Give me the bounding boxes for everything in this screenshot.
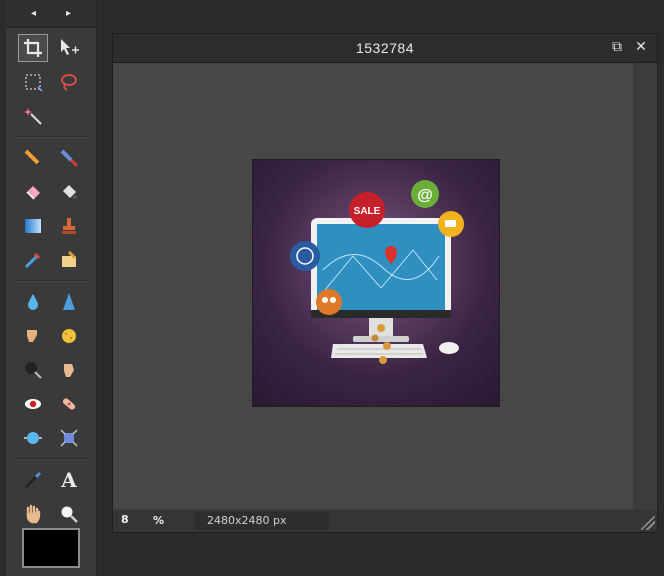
eraser-tool[interactable]: [18, 178, 48, 206]
toolbox-panel: ◂ ▸ A: [6, 0, 97, 576]
canvas-area[interactable]: SALE @: [113, 63, 633, 509]
dodge-tool[interactable]: [54, 356, 84, 384]
spot-heal-tool[interactable]: [54, 390, 84, 418]
eraser-icon: [26, 186, 40, 200]
hand-tool[interactable]: [18, 500, 48, 528]
smudge-drawing-tool[interactable]: [54, 246, 84, 274]
bloat-tool[interactable]: [18, 424, 48, 452]
gradient-tool[interactable]: [18, 212, 48, 240]
zoom-tool[interactable]: [54, 500, 84, 528]
color-picker-tool[interactable]: [18, 466, 48, 494]
dodge-icon: [64, 364, 74, 377]
toolbox-prev-arrow[interactable]: ◂: [31, 8, 36, 19]
text-tool[interactable]: A: [54, 466, 84, 494]
crop-icon: [24, 39, 42, 57]
red-eye-icon: [25, 399, 41, 409]
fill-bucket-tool[interactable]: [54, 178, 84, 206]
brush-icon: [60, 149, 79, 168]
color-picker-icon: [24, 471, 42, 489]
image-illustration: SALE @: [290, 180, 464, 364]
brush-tool[interactable]: [54, 144, 84, 172]
close-window-icon[interactable]: ✕: [633, 39, 649, 55]
vertical-scrollbar[interactable]: [635, 63, 657, 509]
zoom-icon: [61, 506, 78, 523]
move-icon: [61, 39, 79, 55]
marquee-select-tool[interactable]: [18, 68, 48, 96]
sale-badge-text: SALE: [354, 206, 381, 217]
sharpen-icon: [63, 293, 75, 310]
magic-wand-tool[interactable]: [18, 102, 48, 130]
move-tool[interactable]: [54, 34, 84, 62]
document-title: 1532784: [355, 40, 414, 56]
toolbox-header: ◂ ▸: [6, 0, 96, 28]
marquee-select-icon: [25, 74, 43, 92]
toolbox-separator: [14, 136, 88, 138]
document-titlebar[interactable]: 1532784 ⧉ ✕: [113, 34, 657, 63]
smudge-tool[interactable]: [18, 322, 48, 350]
lasso-tool[interactable]: [54, 68, 84, 96]
toolbox-separator: [14, 280, 88, 282]
pencil-icon: [24, 149, 42, 167]
toolbox-separator: [14, 458, 88, 460]
pinch-tool[interactable]: [54, 424, 84, 452]
burn-icon: [25, 362, 42, 379]
status-bar: 8 % 2480x2480 px: [113, 510, 657, 532]
pinch-icon: [60, 429, 78, 447]
zoom-unit: %: [153, 514, 165, 527]
clone-stamp-tool[interactable]: [54, 212, 84, 240]
sponge-icon: [62, 329, 76, 343]
toolbox-next-arrow[interactable]: ▸: [66, 8, 71, 19]
burn-tool[interactable]: [18, 356, 48, 384]
image-dimensions: 2480x2480 px: [195, 512, 329, 530]
lasso-icon: [61, 74, 77, 91]
text-tool-icon: A: [61, 468, 77, 492]
blur-drop-icon: [28, 294, 38, 310]
foreground-color-swatch[interactable]: [22, 528, 80, 568]
pencil-tool[interactable]: [18, 144, 48, 172]
red-eye-tool[interactable]: [18, 390, 48, 418]
zoom-level-value[interactable]: 8: [121, 513, 151, 526]
document-window: 1532784 ⧉ ✕ SALE @ 8 % 2480x2480 px: [112, 33, 658, 533]
bloat-icon: [24, 432, 42, 444]
clone-stamp-icon: [62, 218, 76, 234]
smudge-finger-icon: [27, 330, 37, 342]
restore-window-icon[interactable]: ⧉: [609, 39, 625, 55]
sponge-tool[interactable]: [54, 322, 84, 350]
color-replace-icon: [24, 252, 41, 269]
magic-wand-icon: [24, 108, 42, 125]
sharpen-tool[interactable]: [54, 288, 84, 316]
window-resize-grip[interactable]: [641, 516, 655, 530]
color-replace-tool[interactable]: [18, 246, 48, 274]
hand-icon: [26, 504, 41, 524]
smudge-drawing-icon: [62, 250, 77, 267]
gradient-icon: [25, 219, 41, 233]
blur-tool[interactable]: [18, 288, 48, 316]
crop-tool[interactable]: [18, 34, 48, 62]
spot-heal-icon: [62, 398, 76, 410]
document-image[interactable]: SALE @: [252, 159, 500, 407]
at-badge-text: @: [417, 187, 433, 204]
fill-bucket-icon: [63, 185, 77, 199]
